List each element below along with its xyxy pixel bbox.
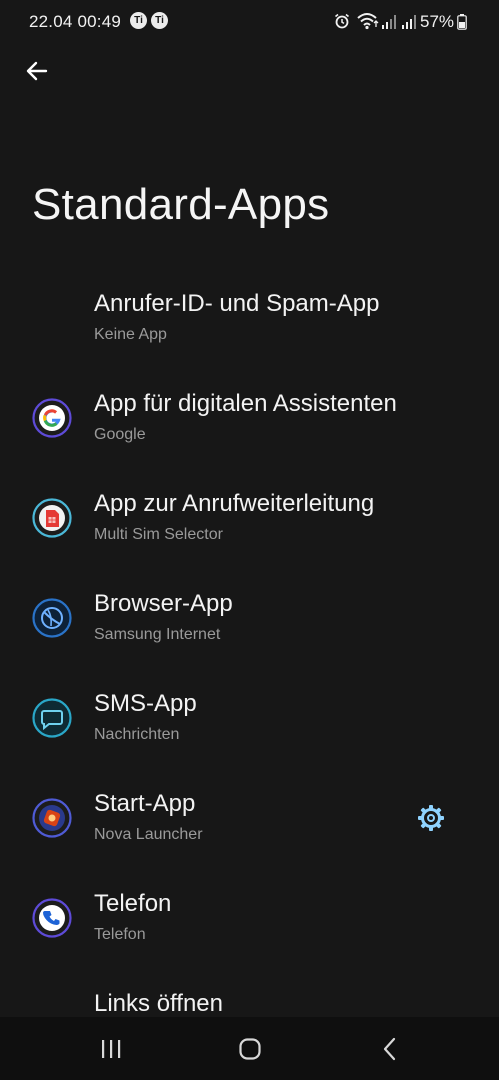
item-subtitle: Google [94, 426, 146, 443]
battery-icon [457, 14, 467, 30]
wifi-icon [357, 13, 379, 30]
item-title: SMS-App [94, 690, 197, 717]
default-apps-screen: 22.04 00:49 Ti Ti 57% Standard-Apps Anru… [0, 0, 499, 1080]
default-apps-list: Anrufer-ID- und Spam-App Keine App App f… [0, 266, 499, 1066]
notification-icon: Ti [130, 12, 147, 29]
list-item-browser-app[interactable]: Browser-App Samsung Internet [0, 566, 499, 666]
nav-back-icon [383, 1037, 396, 1061]
item-title: Links öffnen [94, 990, 223, 1017]
signal-icon [382, 15, 396, 29]
item-subtitle: Nova Launcher [94, 826, 203, 843]
home-icon [239, 1038, 261, 1060]
list-item-caller-id-spam-app[interactable]: Anrufer-ID- und Spam-App Keine App [0, 266, 499, 366]
messages-icon [32, 698, 72, 738]
start-app-settings-button[interactable] [413, 800, 449, 836]
battery-percent: 57% [420, 12, 455, 31]
navigation-bar [0, 1017, 499, 1080]
status-time: 22.04 00:49 [29, 12, 122, 31]
list-item-start-app[interactable]: Start-App Nova Launcher [0, 766, 499, 866]
list-item-digital-assistant-app[interactable]: App für digitalen Assistenten Google [0, 366, 499, 466]
item-subtitle: Keine App [94, 326, 167, 343]
signal-icon [402, 15, 416, 29]
status-bar: 22.04 00:49 Ti Ti 57% [0, 0, 499, 44]
google-icon [32, 398, 72, 438]
item-title: App für digitalen Assistenten [94, 390, 397, 417]
item-title: Start-App [94, 790, 196, 817]
status-icons: 57% [319, 10, 499, 32]
item-subtitle: Samsung Internet [94, 626, 221, 643]
sim-card-icon [32, 498, 72, 538]
nova-launcher-icon [32, 798, 72, 838]
gear-icon [418, 805, 444, 831]
item-title: App zur Anrufweiterleitung [94, 490, 375, 517]
page-title: Standard-Apps [32, 180, 330, 229]
recents-icon [102, 1040, 121, 1058]
back-button[interactable] [20, 54, 54, 88]
item-subtitle: Nachrichten [94, 726, 180, 743]
nav-back-button[interactable] [370, 1033, 410, 1065]
home-button[interactable] [230, 1033, 270, 1065]
samsung-internet-icon [32, 598, 72, 638]
item-title: Anrufer-ID- und Spam-App [94, 290, 380, 317]
item-title: Telefon [94, 890, 172, 917]
item-subtitle: Telefon [94, 926, 146, 943]
recents-button[interactable] [91, 1033, 131, 1065]
list-item-phone-app[interactable]: Telefon Telefon [0, 866, 499, 966]
back-arrow-icon [26, 61, 48, 81]
phone-icon [32, 898, 72, 938]
list-item-call-forwarding-app[interactable]: App zur Anrufweiterleitung Multi Sim Sel… [0, 466, 499, 566]
list-item-sms-app[interactable]: SMS-App Nachrichten [0, 666, 499, 766]
item-subtitle: Multi Sim Selector [94, 526, 223, 543]
item-title: Browser-App [94, 590, 233, 617]
notification-icon: Ti [151, 12, 168, 29]
alarm-icon [335, 13, 349, 29]
